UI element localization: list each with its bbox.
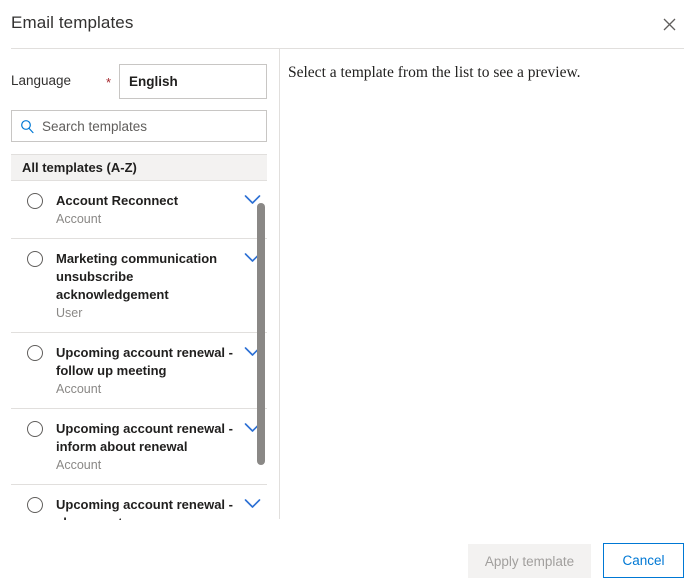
template-text: Marketing communication unsubscribe ackn… [56,250,237,321]
template-subtitle: Account [56,458,102,472]
search-box[interactable] [11,110,267,142]
list-item[interactable]: Marketing communication unsubscribe ackn… [11,239,267,333]
template-subtitle: User [56,306,83,320]
list-item[interactable]: Upcoming account renewal - inform about … [11,409,267,485]
template-title: Marketing communication unsubscribe ackn… [56,251,218,302]
template-selection-pane: Language * All templates (A-Z) [0,49,279,561]
templates-list: All templates (A-Z) Account Reconnect Ac… [11,154,267,561]
close-icon [663,18,676,31]
search-icon [12,119,42,134]
template-subtitle: Account [56,212,102,226]
language-input[interactable] [119,64,267,99]
language-label: Language [11,73,72,88]
cancel-button[interactable]: Cancel [603,543,684,578]
template-radio[interactable] [27,193,43,209]
email-templates-dialog: Email templates Language * English Searc… [0,0,694,584]
template-text: Upcoming account renewal - follow up mee… [56,344,237,397]
list-item[interactable]: Upcoming account renewal - follow up mee… [11,333,267,409]
apply-template-button[interactable]: Apply template [468,544,591,578]
list-group-header: All templates (A-Z) [11,154,267,181]
list-body: Account Reconnect Account Marketing comm… [11,181,267,561]
list-item[interactable]: Account Reconnect Account [11,181,267,239]
template-title: Upcoming account renewal - follow up mee… [56,345,233,378]
list-scrollbar-thumb[interactable] [257,203,265,465]
template-radio[interactable] [27,345,43,361]
preview-placeholder-text: Select a template from the list to see a… [288,64,581,81]
template-title: Account Reconnect [56,193,179,208]
template-text: Upcoming account renewal - inform about … [56,420,237,473]
language-field-row: Language * [0,64,279,100]
required-asterisk: * [106,75,112,90]
template-radio[interactable] [27,251,43,267]
template-text: Account Reconnect Account [56,192,237,227]
preview-pane: Select a template from the list to see a… [280,49,694,519]
close-button[interactable] [650,6,688,42]
list-group-header-label: All templates (A-Z) [22,160,137,175]
template-subtitle: Account [56,382,102,396]
search-input[interactable] [42,111,266,141]
template-title: Upcoming account renewal - inform about … [56,421,233,454]
template-radio[interactable] [27,421,43,437]
template-radio[interactable] [27,497,43,513]
page-title: Email templates [11,13,134,32]
